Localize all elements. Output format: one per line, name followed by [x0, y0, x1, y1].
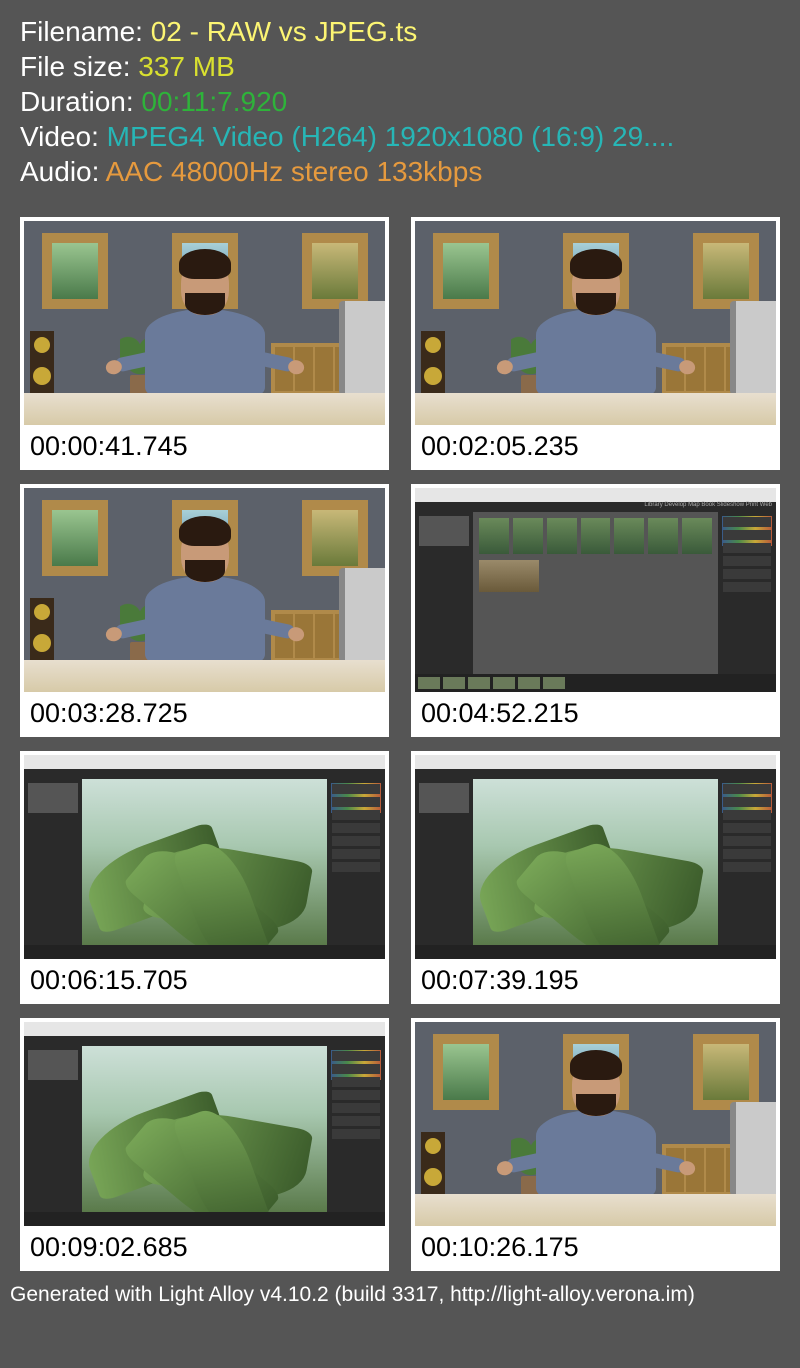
thumbnail-timestamp: 00:07:39.195 — [415, 959, 776, 1000]
thumbnail-card: Library Develop Map Book Slideshow Print… — [411, 484, 780, 737]
thumbnail-card: 00:03:28.725 — [20, 484, 389, 737]
video-row: Video: MPEG4 Video (H264) 1920x1080 (16:… — [20, 119, 780, 154]
filename-value: 02 - RAW vs JPEG.ts — [151, 16, 418, 47]
audio-value: AAC 48000Hz stereo 133kbps — [106, 156, 483, 187]
file-info-panel: Filename: 02 - RAW vs JPEG.ts File size:… — [0, 0, 800, 199]
thumbnail-timestamp: 00:10:26.175 — [415, 1226, 776, 1267]
thumbnail-card: 00:07:39.195 — [411, 751, 780, 1004]
thumbnail-image — [415, 221, 776, 425]
thumbnail-image — [24, 755, 385, 959]
thumbnail-image — [415, 1022, 776, 1226]
video-value: MPEG4 Video (H264) 1920x1080 (16:9) 29..… — [107, 121, 675, 152]
duration-row: Duration: 00:11:7.920 — [20, 84, 780, 119]
thumbnail-card: 00:06:15.705 — [20, 751, 389, 1004]
thumbnail-grid: 00:00:41.745 00:02:05.235 00:03:28.725 Libr… — [0, 199, 800, 1275]
thumbnail-card: 00:02:05.235 — [411, 217, 780, 470]
thumbnail-timestamp: 00:02:05.235 — [415, 425, 776, 466]
audio-row: Audio: AAC 48000Hz stereo 133kbps — [20, 154, 780, 189]
thumbnail-timestamp: 00:00:41.745 — [24, 425, 385, 466]
footer-text: Generated with Light Alloy v4.10.2 (buil… — [0, 1275, 800, 1307]
thumbnail-timestamp: 00:06:15.705 — [24, 959, 385, 1000]
video-label: Video: — [20, 121, 107, 152]
filesize-row: File size: 337 MB — [20, 49, 780, 84]
thumbnail-image — [24, 488, 385, 692]
filesize-value: 337 MB — [138, 51, 235, 82]
thumbnail-image — [415, 755, 776, 959]
thumbnail-image — [24, 221, 385, 425]
filename-label: Filename: — [20, 16, 151, 47]
thumbnail-card: 00:10:26.175 — [411, 1018, 780, 1271]
filename-row: Filename: 02 - RAW vs JPEG.ts — [20, 14, 780, 49]
thumbnail-card: 00:00:41.745 — [20, 217, 389, 470]
thumbnail-timestamp: 00:03:28.725 — [24, 692, 385, 733]
thumbnail-timestamp: 00:09:02.685 — [24, 1226, 385, 1267]
audio-label: Audio: — [20, 156, 106, 187]
duration-value: 00:11:7.920 — [141, 86, 287, 117]
thumbnail-image: Library Develop Map Book Slideshow Print… — [415, 488, 776, 692]
filesize-label: File size: — [20, 51, 138, 82]
thumbnail-card: 00:09:02.685 — [20, 1018, 389, 1271]
duration-label: Duration: — [20, 86, 141, 117]
thumbnail-timestamp: 00:04:52.215 — [415, 692, 776, 733]
thumbnail-image — [24, 1022, 385, 1226]
